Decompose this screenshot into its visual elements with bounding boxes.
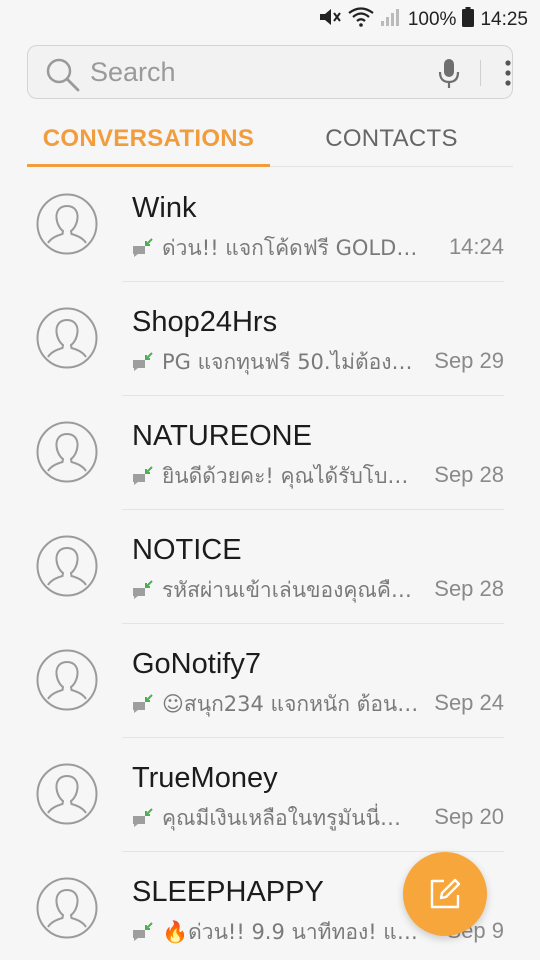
- contact-name: GoNotify7: [132, 648, 261, 680]
- message-preview: ยินดีด้วยคะ! คุณได้รับโบนั…: [162, 463, 422, 488]
- search-bar[interactable]: [27, 45, 513, 99]
- clock: 14:25: [480, 9, 528, 30]
- message-preview: รหัสผ่านเข้าเล่นของคุณคือ…: [162, 577, 422, 602]
- status-bar: 100% 14:25: [0, 0, 540, 38]
- received-message-icon: [132, 807, 156, 829]
- received-message-icon: [132, 921, 156, 943]
- avatar-icon: [36, 535, 98, 597]
- conversation-row[interactable]: Wink ด่วน!! แจกโค้ดฟรี GOLD-50… 14:24: [0, 168, 540, 282]
- received-message-icon: [132, 237, 156, 259]
- avatar-icon: [36, 763, 98, 825]
- mic-icon[interactable]: [436, 58, 462, 95]
- contact-name: TrueMoney: [132, 762, 278, 794]
- conversation-row[interactable]: GoNotify7 ☺สนุก234 แจกหนัก ต้อน… Sep 24: [0, 624, 540, 738]
- tab-contacts[interactable]: CONTACTS: [270, 113, 513, 167]
- contact-name: NOTICE: [132, 534, 242, 566]
- message-time: Sep 29: [434, 348, 504, 373]
- search-icon: [45, 57, 81, 98]
- avatar-icon: [36, 193, 98, 255]
- conversation-list: Wink ด่วน!! แจกโค้ดฟรี GOLD-50… 14:24 Sh…: [0, 168, 540, 960]
- message-time: Sep 24: [434, 690, 504, 715]
- message-time: Sep 28: [434, 462, 504, 487]
- message-preview: PG แจกทุนฟรี 50.ไม่ต้องแ…: [162, 349, 422, 374]
- tab-bar: CONVERSATIONS CONTACTS: [27, 113, 513, 167]
- message-preview: 🔥ด่วน!! 9.9 นาทีทอง! แจก…: [162, 919, 422, 944]
- avatar-icon: [36, 421, 98, 483]
- contact-name: Shop24Hrs: [132, 306, 278, 338]
- received-message-icon: [132, 693, 156, 715]
- received-message-icon: [132, 351, 156, 373]
- message-time: 14:24: [448, 234, 504, 259]
- received-message-icon: [132, 465, 156, 487]
- avatar-icon: [36, 307, 98, 369]
- tab-conversations[interactable]: CONVERSATIONS: [27, 113, 270, 167]
- message-preview: ด่วน!! แจกโค้ดฟรี GOLD-50…: [162, 235, 422, 260]
- contact-name: NATUREONE: [132, 420, 312, 452]
- signal-icon: [380, 7, 402, 33]
- conversation-row[interactable]: Shop24Hrs PG แจกทุนฟรี 50.ไม่ต้องแ… Sep …: [0, 282, 540, 396]
- search-divider: [480, 60, 481, 86]
- avatar-icon: [36, 877, 98, 939]
- contact-name: SLEEPHAPPY: [132, 876, 324, 908]
- message-preview: คุณมีเงินเหลือในทรูมันนี่…: [162, 805, 401, 830]
- compose-button[interactable]: [403, 852, 487, 936]
- conversation-row[interactable]: TrueMoney คุณมีเงินเหลือในทรูมันนี่… Sep…: [0, 738, 540, 852]
- battery-icon: [462, 7, 475, 33]
- message-time: Sep 20: [434, 804, 504, 829]
- search-input[interactable]: [90, 55, 390, 89]
- received-message-icon: [132, 579, 156, 601]
- message-preview: ☺สนุก234 แจกหนัก ต้อน…: [162, 691, 419, 716]
- wifi-icon: [348, 7, 374, 33]
- more-options-icon[interactable]: [501, 58, 515, 93]
- conversation-row[interactable]: NOTICE รหัสผ่านเข้าเล่นของคุณคือ… Sep 28: [0, 510, 540, 624]
- battery-percent: 100%: [407, 9, 457, 30]
- mute-icon: [318, 7, 342, 33]
- message-time: Sep 28: [434, 576, 504, 601]
- avatar-icon: [36, 649, 98, 711]
- contact-name: Wink: [132, 192, 197, 224]
- conversation-row[interactable]: NATUREONE ยินดีด้วยคะ! คุณได้รับโบนั… Se…: [0, 396, 540, 510]
